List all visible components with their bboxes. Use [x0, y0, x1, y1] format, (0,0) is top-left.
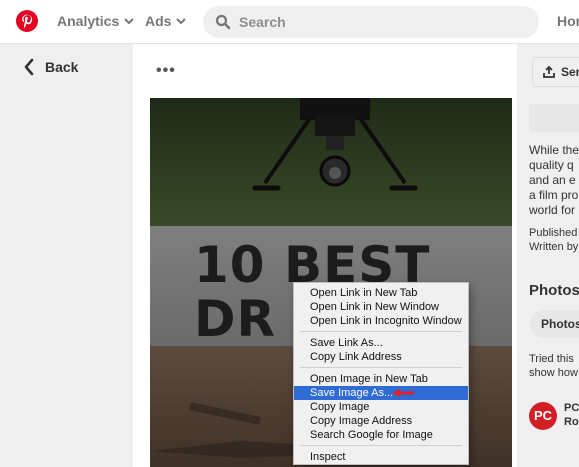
chevron-down-icon — [176, 18, 187, 25]
menu-item-open-link-incognito[interactable]: Open Link in Incognito Window — [294, 314, 468, 328]
search-placeholder: Search — [239, 14, 286, 30]
description-line: While the — [529, 143, 579, 157]
analytics-label: Analytics — [57, 13, 120, 29]
more-options-button[interactable]: ••• — [156, 62, 176, 80]
publisher-avatar[interactable]: PC — [529, 402, 557, 430]
description-line: world for — [529, 203, 576, 217]
menu-item-inspect[interactable]: Inspect — [294, 450, 468, 464]
save-image-as-label: Save Image As... — [310, 387, 394, 399]
menu-item-copy-image-address[interactable]: Copy Image Address — [294, 414, 468, 428]
drone-photo — [150, 98, 512, 226]
written-by-label: Written by — [529, 241, 579, 253]
context-menu: Open Link in New Tab Open Link in New Wi… — [293, 282, 469, 465]
pinterest-logo-icon[interactable] — [16, 10, 38, 32]
search-input[interactable]: Search — [203, 6, 539, 38]
analytics-menu[interactable]: Analytics — [57, 13, 135, 29]
photos-tab[interactable]: Photos — [530, 310, 579, 338]
drone-illustration — [252, 98, 418, 191]
menu-item-open-link-new-tab[interactable]: Open Link in New Tab — [294, 286, 468, 300]
send-button[interactable]: Ser — [532, 57, 579, 87]
description-line: a film pro — [529, 188, 579, 202]
menu-item-save-image-as[interactable]: Save Image As... — [294, 386, 468, 400]
chevron-left-icon — [24, 58, 34, 76]
red-arrow-icon — [392, 389, 414, 397]
menu-item-copy-image[interactable]: Copy Image — [294, 400, 468, 414]
menu-separator — [300, 367, 462, 368]
link-bar[interactable] — [529, 104, 579, 132]
chevron-down-icon — [124, 18, 134, 25]
search-icon — [215, 14, 231, 30]
menu-item-open-link-new-window[interactable]: Open Link in New Window — [294, 300, 468, 314]
menu-separator — [300, 445, 462, 446]
menu-item-search-google-image[interactable]: Search Google for Image — [294, 428, 468, 442]
share-icon — [543, 66, 555, 78]
top-bar: Analytics Ads Search Hon — [0, 0, 579, 44]
home-link[interactable]: Hon — [557, 13, 579, 29]
tried-this-line: show how — [529, 367, 578, 379]
headline-line-2: DR — [194, 290, 277, 348]
publisher-name[interactable]: Ro — [564, 416, 579, 428]
menu-item-open-image-new-tab[interactable]: Open Image in New Tab — [294, 372, 468, 386]
ads-menu[interactable]: Ads — [145, 13, 187, 29]
description-line: quality q — [529, 158, 574, 172]
published-label: Published — [529, 227, 578, 239]
photos-heading: Photos — [529, 282, 579, 299]
back-button[interactable]: Back — [23, 58, 78, 76]
send-label: Ser — [561, 65, 579, 79]
menu-separator — [300, 331, 462, 332]
menu-item-copy-link-address[interactable]: Copy Link Address — [294, 350, 468, 364]
menu-item-save-link-as[interactable]: Save Link As... — [294, 336, 468, 350]
description-line: and an e — [529, 173, 576, 187]
publisher-name[interactable]: PC — [564, 402, 579, 414]
tried-this-line: Tried this — [529, 353, 574, 365]
ads-label: Ads — [145, 13, 172, 29]
back-label: Back — [45, 59, 79, 75]
